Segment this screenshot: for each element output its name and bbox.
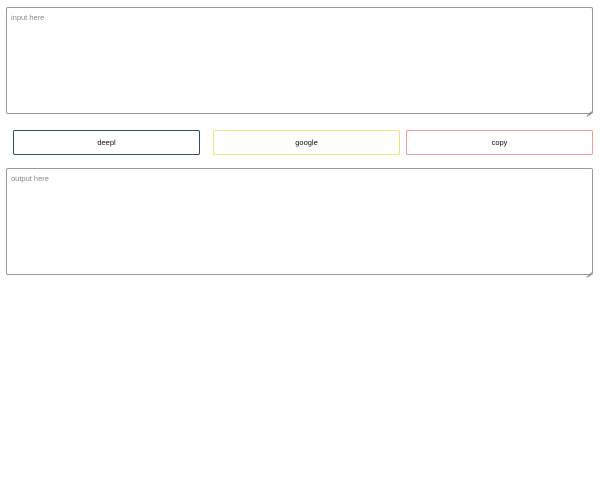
deepl-button[interactable]: deepl <box>13 130 200 155</box>
copy-button[interactable]: copy <box>406 130 593 155</box>
google-button[interactable]: google <box>213 130 400 155</box>
action-button-row: deepl google copy <box>0 130 600 155</box>
input-textarea[interactable] <box>6 7 593 114</box>
output-textarea[interactable] <box>6 168 593 275</box>
translator-app: deepl google copy <box>0 0 600 495</box>
